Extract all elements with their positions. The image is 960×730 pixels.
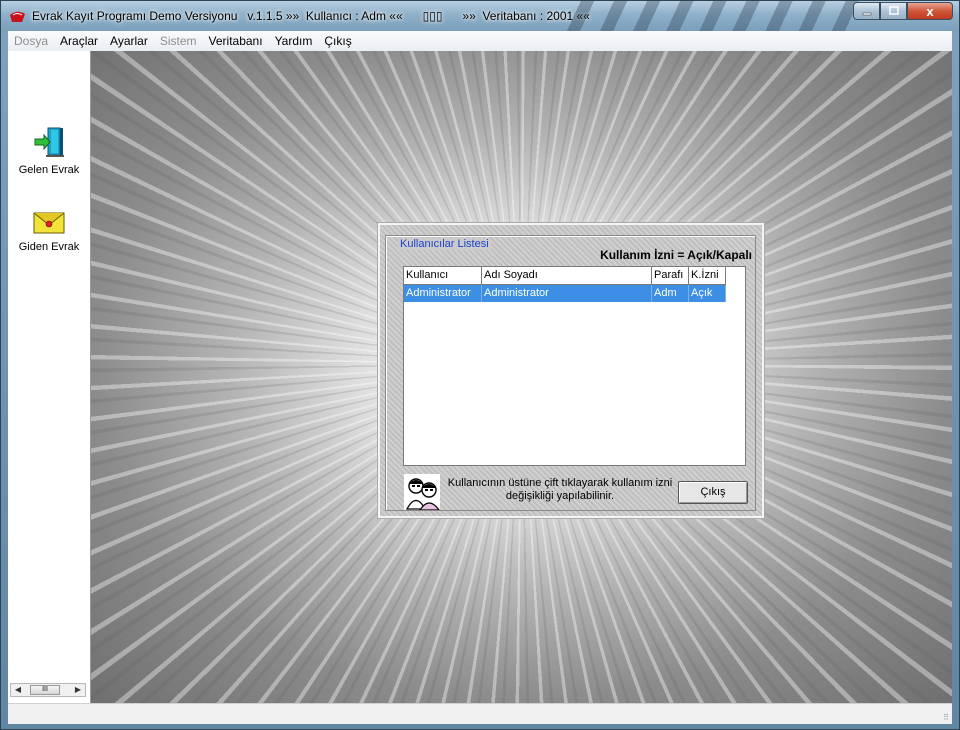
menu-dosya[interactable]: Dosya — [8, 34, 54, 48]
cell-k-izni: Açık — [689, 285, 726, 302]
users-icon — [404, 474, 440, 510]
sidebar-item-label: Giden Evrak — [18, 241, 80, 253]
column-header-kullanici[interactable]: Kullanıcı — [404, 267, 482, 285]
hint-line-1: Kullanıcının üstüne çift tıklayarak kull… — [447, 477, 673, 489]
main-window: Evrak Kayıt Programı Demo Versiyonu v.1.… — [0, 0, 960, 730]
minimize-button[interactable] — [853, 2, 880, 20]
column-header-k-izni[interactable]: K.İzni — [689, 267, 726, 285]
menu-sistem[interactable]: Sistem — [154, 34, 203, 48]
menu-cikis[interactable]: Çıkış — [318, 34, 357, 48]
menu-yardim[interactable]: Yardım — [269, 34, 319, 48]
exit-button[interactable]: Çıkış — [678, 481, 748, 504]
sidebar-item-label: Gelen Evrak — [18, 164, 80, 176]
close-button[interactable]: x — [907, 2, 953, 20]
scroll-thumb[interactable]: III — [30, 685, 60, 695]
hint-text: Kullanıcının üstüne çift tıklayarak kull… — [444, 477, 676, 503]
scroll-left-icon[interactable]: ◀ — [11, 684, 25, 696]
title-decoration — [561, 1, 861, 31]
resize-grip-icon[interactable]: ⠿ — [943, 714, 949, 722]
sidebar-item-giden-evrak[interactable]: Giden Evrak — [8, 211, 90, 253]
groupbox-title: Kullanıcılar Listesi — [398, 238, 491, 250]
envelope-icon — [33, 212, 65, 234]
client-area: Gelen Evrak Giden Evrak ◀ III ▶ Kullanıc… — [8, 51, 952, 703]
column-header-adi-soyadi[interactable]: Adı Soyadı — [482, 267, 652, 285]
sidebar: Gelen Evrak Giden Evrak ◀ III ▶ — [8, 51, 91, 703]
column-header-parafi[interactable]: Parafı — [652, 267, 689, 285]
cell-kullanici: Administrator — [404, 285, 482, 302]
users-dialog: Kullanıcılar Listesi Kullanım İzni = Açı… — [378, 223, 764, 518]
sidebar-item-gelen-evrak[interactable]: Gelen Evrak — [8, 126, 90, 176]
list-header: Kullanıcı Adı Soyadı Parafı K.İzni — [404, 267, 726, 285]
status-bar: ⠿ — [8, 703, 952, 724]
incoming-door-icon — [34, 127, 64, 157]
minimize-icon — [862, 12, 871, 16]
users-list[interactable]: Kullanıcı Adı Soyadı Parafı K.İzni Admin… — [403, 266, 746, 466]
scroll-right-icon[interactable]: ▶ — [71, 684, 85, 696]
permission-label: Kullanım İzni = Açık/Kapalı — [600, 248, 752, 262]
menu-ayarlar[interactable]: Ayarlar — [104, 34, 154, 48]
horizontal-scrollbar[interactable]: ◀ III ▶ — [10, 683, 86, 697]
cell-adi-soyadi: Administrator — [482, 285, 652, 302]
maximize-icon — [888, 6, 899, 15]
window-title: Evrak Kayıt Programı Demo Versiyonu v.1.… — [32, 9, 590, 23]
cell-parafi: Adm — [652, 285, 689, 302]
maximize-button[interactable] — [880, 2, 907, 20]
close-icon: x — [926, 3, 934, 19]
table-row[interactable]: Administrator Administrator Adm Açık — [404, 285, 726, 302]
title-bar[interactable]: Evrak Kayıt Programı Demo Versiyonu v.1.… — [1, 1, 959, 31]
menu-bar: Dosya Araçlar Ayarlar Sistem Veritabanı … — [8, 31, 952, 52]
hint-line-2: değişikliği yapılabilinir. — [505, 490, 615, 502]
menu-veritabani[interactable]: Veritabanı — [203, 34, 269, 48]
app-icon — [10, 11, 25, 22]
menu-araclar[interactable]: Araçlar — [54, 34, 104, 48]
mdi-background: Kullanıcılar Listesi Kullanım İzni = Açı… — [91, 51, 952, 703]
caption-buttons: x — [853, 2, 953, 22]
